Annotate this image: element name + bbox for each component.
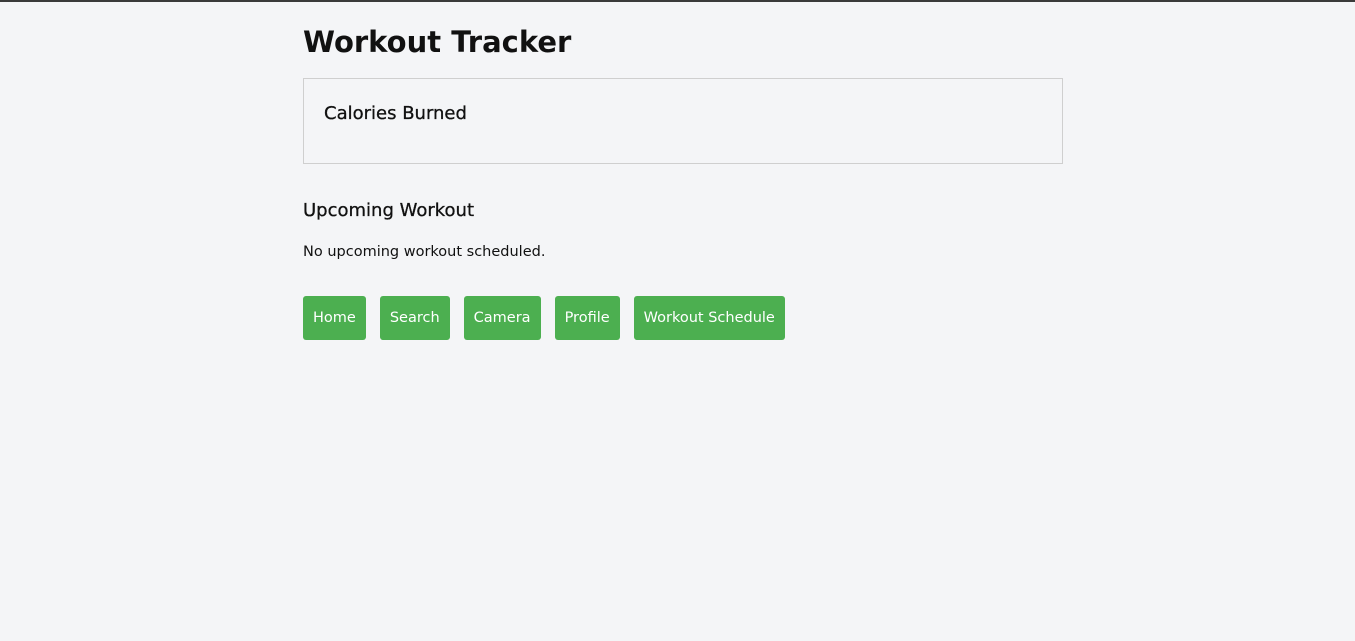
calories-card: Calories Burned xyxy=(303,78,1063,164)
workout-schedule-button[interactable]: Workout Schedule xyxy=(633,296,785,340)
upcoming-workout-message: No upcoming workout scheduled. xyxy=(303,244,546,260)
search-button[interactable]: Search xyxy=(379,296,450,340)
upcoming-workout-title: Upcoming Workout xyxy=(303,200,475,221)
top-border xyxy=(0,0,1355,2)
profile-button[interactable]: Profile xyxy=(554,296,620,340)
camera-button[interactable]: Camera xyxy=(463,296,541,340)
calories-card-title: Calories Burned xyxy=(324,103,467,124)
home-button[interactable]: Home xyxy=(303,296,366,340)
page-title: Workout Tracker xyxy=(303,25,572,59)
nav-buttons: Home Search Camera Profile Workout Sched… xyxy=(303,296,785,340)
